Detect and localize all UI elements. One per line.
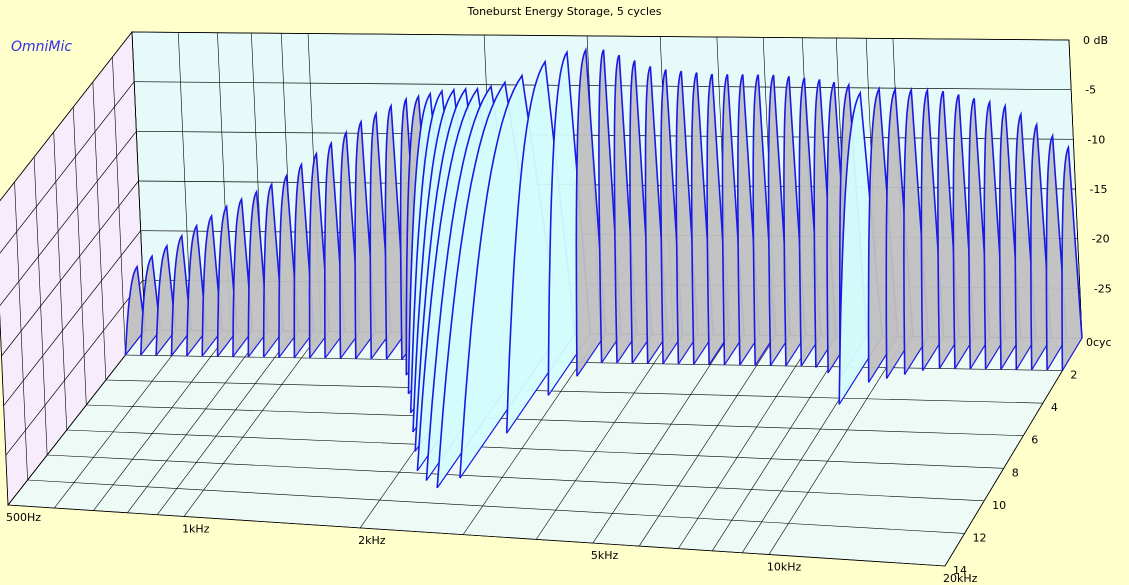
time-tick-label: 12 bbox=[973, 531, 987, 544]
z-tick-label: -10 bbox=[1087, 133, 1105, 146]
z-tick-label: -20 bbox=[1092, 233, 1110, 246]
brand-label: OmniMic bbox=[11, 39, 73, 55]
z-tick-label: -15 bbox=[1090, 183, 1108, 196]
chart-title: Toneburst Energy Storage, 5 cycles bbox=[467, 5, 662, 18]
z-tick-label: 0 dB bbox=[1083, 34, 1108, 47]
z-tick-label: -5 bbox=[1085, 84, 1096, 97]
z-tick-label: -25 bbox=[1094, 282, 1112, 295]
time-tick-label: 0cyc bbox=[1086, 336, 1112, 349]
plot-area: 500Hz1kHz2kHz5kHz10kHz20kHz0 dB-5-10-15-… bbox=[0, 30, 1112, 585]
time-tick-label: 4 bbox=[1051, 401, 1058, 414]
x-tick-label: 5kHz bbox=[591, 549, 619, 562]
x-tick-label: 1kHz bbox=[182, 522, 210, 535]
time-tick-label: 14 bbox=[953, 564, 967, 577]
x-tick-label: 2kHz bbox=[358, 534, 386, 547]
time-tick-label: 6 bbox=[1031, 434, 1038, 447]
x-tick-label: 10kHz bbox=[767, 561, 802, 574]
time-tick-label: 2 bbox=[1070, 369, 1077, 382]
time-tick-label: 10 bbox=[992, 499, 1006, 512]
x-tick-label: 500Hz bbox=[6, 511, 41, 524]
waterfall-chart: 500Hz 1kHz 2kHz 5kHz 10kHz 20kHz 0 dB -5 -10 -15-… bbox=[0, 0, 1129, 585]
time-tick-label: 8 bbox=[1012, 466, 1019, 479]
